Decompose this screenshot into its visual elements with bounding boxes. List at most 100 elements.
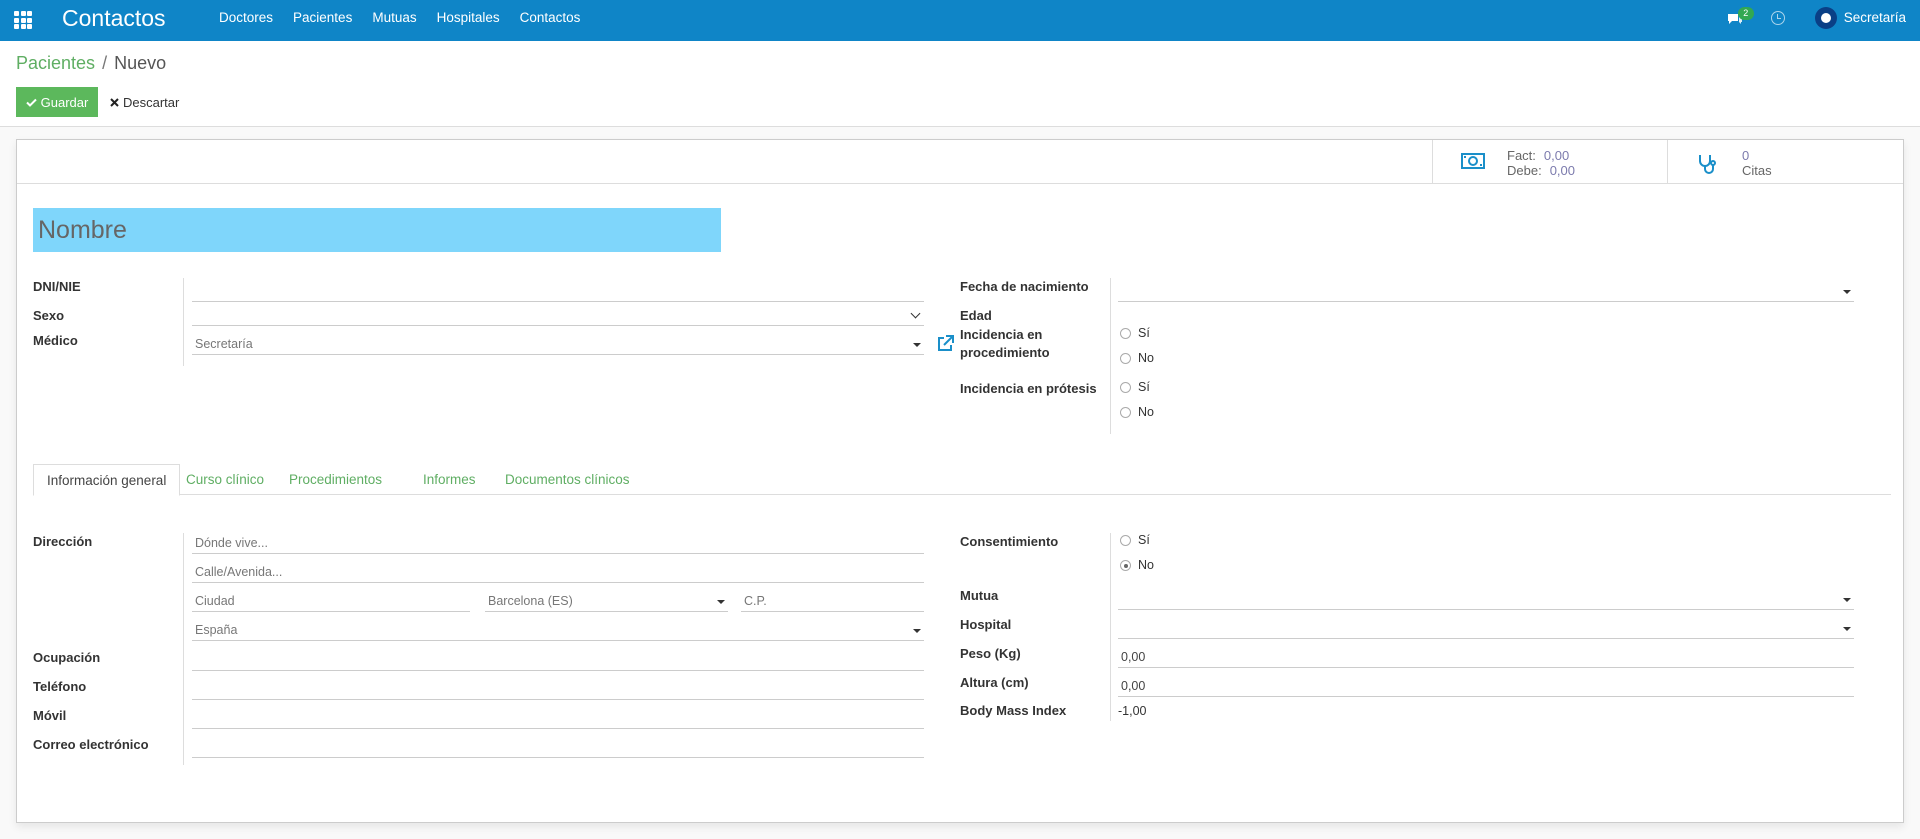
direccion-label: Dirección — [33, 534, 93, 549]
incidencia-protesis-si[interactable]: Sí — [1120, 380, 1150, 394]
dni-input[interactable] — [192, 280, 924, 302]
external-link-icon[interactable] — [936, 335, 955, 352]
save-button[interactable]: Guardar — [16, 87, 98, 117]
pais-value: España — [195, 623, 238, 637]
medico-select[interactable]: Secretaría — [192, 333, 924, 355]
breadcrumb-current: Nuevo — [114, 53, 167, 73]
stethoscope-icon — [1699, 155, 1716, 174]
sexo-select[interactable] — [192, 304, 924, 326]
radio-button — [1120, 534, 1131, 546]
user-avatar — [1814, 6, 1837, 29]
user-name: Secretaría — [1843, 10, 1906, 25]
consentimiento-label: Consentimiento — [960, 534, 1059, 549]
tab-documentos-clinicos[interactable]: Documentos clínicos — [492, 464, 643, 496]
movil-label: Móvil — [33, 708, 67, 723]
consentimiento-no[interactable]: No — [1120, 558, 1154, 572]
discard-button[interactable]: Descartar — [110, 87, 179, 117]
hospital-label: Hospital — [960, 617, 1012, 632]
apps-grid-icon[interactable] — [14, 11, 32, 29]
caret-down-icon — [913, 343, 921, 347]
hospital-select[interactable] — [1118, 617, 1854, 639]
chevron-down-icon — [910, 308, 921, 319]
mutua-label: Mutua — [960, 588, 999, 603]
menu-item-contactos[interactable]: Contactos — [510, 0, 591, 41]
altura-label: Altura (cm) — [960, 675, 1029, 690]
fecha-nacimiento-label: Fecha de nacimiento — [960, 279, 1089, 294]
correo-input[interactable] — [192, 736, 924, 758]
radio-label: Sí — [1138, 533, 1150, 547]
chat-icon[interactable]: 2 — [1727, 6, 1754, 25]
main-menu: Doctores Pacientes Mutuas Hospitales Con… — [219, 0, 590, 41]
appointments-stat-button[interactable]: 0 Citas — [1667, 140, 1903, 184]
altura-input[interactable]: 0,00 — [1118, 675, 1854, 697]
menu-item-doctores[interactable]: Doctores — [219, 0, 283, 41]
caret-down-icon — [1843, 627, 1851, 631]
tab-informacion-general[interactable]: Información general — [33, 464, 181, 496]
breadcrumb-parent[interactable]: Pacientes — [16, 53, 95, 74]
ciudad-input[interactable]: Ciudad — [192, 590, 470, 612]
peso-value: 0,00 — [1121, 650, 1146, 664]
invoicing-stat-button[interactable]: Fact: 0,00 Debe: 0,00 — [1432, 140, 1667, 184]
activity-clock-icon[interactable] — [1770, 10, 1785, 25]
name-input[interactable]: Nombre — [33, 208, 721, 252]
citas-label: Citas — [1742, 163, 1772, 178]
menu-item-hospitales[interactable]: Hospitales — [427, 0, 510, 41]
bmi-value: -1,00 — [1118, 704, 1147, 718]
peso-input[interactable]: 0,00 — [1118, 646, 1854, 668]
citas-count: 0 — [1742, 148, 1750, 163]
check-icon — [25, 98, 37, 107]
tab-informes[interactable]: Informes — [410, 464, 489, 496]
donde-vive-input[interactable]: Dónde vive... — [192, 532, 924, 554]
save-button-label: Guardar — [40, 94, 89, 110]
menu-item-pacientes[interactable]: Pacientes — [283, 0, 362, 41]
caret-down-icon — [1843, 598, 1851, 602]
telefono-input[interactable] — [192, 678, 924, 700]
incidencia-procedimiento-si[interactable]: Sí — [1120, 326, 1150, 340]
top-navbar: Contactos Doctores Pacientes Mutuas Hosp… — [0, 0, 1920, 41]
left-group-divider — [183, 278, 184, 366]
cp-placeholder: C.P. — [744, 594, 767, 608]
general-right-divider — [1110, 533, 1111, 721]
fact-label: Fact: — [1507, 148, 1536, 163]
calle-input[interactable]: Calle/Avenida... — [192, 561, 924, 583]
telefono-label: Teléfono — [33, 679, 87, 694]
systray: 2 Secretaría — [1727, 0, 1906, 35]
form-sheet: Fact: 0,00 Debe: 0,00 0 Citas Nombre DNI/N… — [16, 139, 1904, 823]
provincia-select[interactable]: Barcelona (ES) — [485, 590, 728, 612]
radio-label: No — [1138, 558, 1154, 572]
donde-vive-placeholder: Dónde vive... — [195, 536, 268, 550]
calle-placeholder: Calle/Avenida... — [195, 565, 283, 579]
ciudad-placeholder: Ciudad — [195, 594, 235, 608]
incidencia-procedimiento-no[interactable]: No — [1120, 351, 1154, 365]
pais-select[interactable]: España — [192, 619, 924, 641]
incidencia-procedimiento-label: Incidencia en procedimiento — [960, 327, 1050, 360]
debe-value: 0,00 — [1549, 163, 1576, 178]
radio-label: Sí — [1138, 326, 1150, 340]
edad-label: Edad — [960, 308, 992, 323]
right-group-divider — [1110, 278, 1111, 434]
control-panel: Pacientes / Nuevo Guardar Descartar — [0, 41, 1920, 127]
stat-button-box: Fact: 0,00 Debe: 0,00 0 Citas — [17, 140, 1903, 184]
chat-count-badge: 2 — [1737, 6, 1754, 20]
provincia-value: Barcelona (ES) — [488, 594, 573, 608]
consentimiento-si[interactable]: Sí — [1120, 533, 1150, 547]
peso-label: Peso (Kg) — [960, 646, 1021, 661]
debe-label: Debe: — [1507, 163, 1542, 178]
movil-input[interactable] — [192, 707, 924, 729]
breadcrumb: Pacientes / Nuevo — [16, 53, 166, 74]
fecha-nacimiento-input[interactable] — [1118, 280, 1854, 302]
close-icon — [110, 97, 119, 107]
cp-input[interactable]: C.P. — [741, 590, 924, 612]
altura-value: 0,00 — [1121, 679, 1146, 693]
radio-button — [1120, 352, 1131, 364]
mutua-select[interactable] — [1118, 588, 1854, 610]
user-menu[interactable]: Secretaría — [1814, 6, 1906, 29]
tab-procedimientos[interactable]: Procedimientos — [276, 464, 395, 496]
invoicing-stat-text: Fact: 0,00 Debe: 0,00 — [1507, 148, 1575, 178]
app-title: Contactos — [62, 5, 166, 31]
tab-curso-clinico[interactable]: Curso clínico — [173, 464, 277, 496]
menu-item-mutuas[interactable]: Mutuas — [362, 0, 426, 41]
incidencia-protesis-no[interactable]: No — [1120, 405, 1154, 419]
appointments-stat-text: 0 Citas — [1742, 148, 1772, 178]
ocupacion-input[interactable] — [192, 649, 924, 671]
